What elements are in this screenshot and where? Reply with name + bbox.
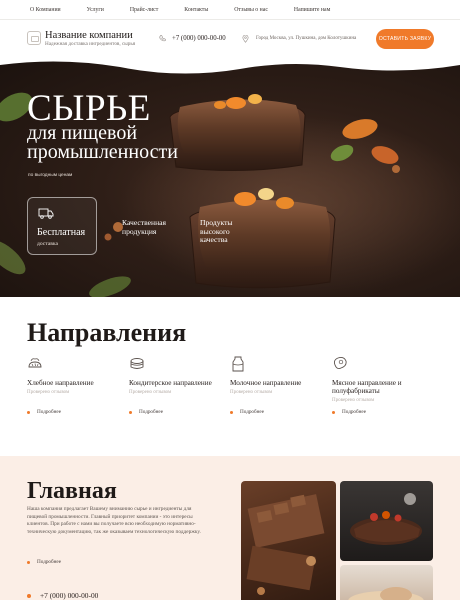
feature-title: Бесплатная (37, 227, 86, 238)
nav-contacts[interactable]: Контакты (184, 7, 208, 13)
company-name[interactable]: Название компании (45, 30, 133, 41)
direction-more-link[interactable]: Подробнее (230, 409, 264, 415)
feature-quality-products: Качественная продукция (122, 218, 167, 236)
hero-banner: СЫРЬЕ для пищевой промышленности по выго… (0, 57, 460, 297)
nav-reviews[interactable]: Отзывы о нас (234, 7, 268, 13)
dessert-photo-art (350, 493, 422, 545)
header-phone[interactable]: +7 (000) 000-00-00 (172, 35, 226, 42)
feature-subtitle: доставка (37, 241, 59, 247)
nav-about[interactable]: О Компании (30, 7, 61, 13)
milk-icon (232, 356, 244, 372)
direction-name: Мясное направление и полуфабрикаты (332, 379, 402, 395)
location-pin-icon (242, 35, 249, 43)
feature-free-delivery: Бесплатная доставка (27, 197, 97, 255)
hero-small-text: по выгодным ценам (28, 173, 73, 178)
nav-write-us[interactable]: Напишите нам (294, 7, 330, 13)
directions-title: Направления (27, 318, 187, 347)
direction-tag: Проверено отзывом (230, 390, 273, 395)
header: Название компании Надежная доставка ингр… (0, 20, 460, 60)
direction-more-link[interactable]: Подробнее (332, 409, 366, 415)
about-more-link[interactable]: Подробнее (27, 559, 61, 565)
truck-icon (38, 208, 54, 219)
chocolate-photo (241, 481, 336, 600)
nav-pricelist[interactable]: Прайс-лист (130, 7, 158, 13)
feature-high-quality: Продукты высокого качества (200, 218, 233, 245)
about-title: Главная (27, 478, 117, 504)
direction-more-link[interactable]: Подробнее (27, 409, 61, 415)
about-phone[interactable]: +7 (000) 000-00-00 (27, 591, 98, 600)
dessert-photo (340, 481, 433, 561)
direction-tag: Проверено отзывом (27, 390, 70, 395)
request-callback-button[interactable]: ОСТАВИТЬ ЗАЯВКУ (376, 29, 434, 49)
about-text: Наша компания предлагает Вашему вниманию… (27, 506, 201, 536)
logo-icon[interactable] (27, 31, 41, 45)
hero-subtitle: для пищевой промышленности (27, 123, 178, 163)
cake-icon (130, 358, 144, 369)
direction-more-link[interactable]: Подробнее (129, 409, 163, 415)
direction-tag: Проверено отзывом (129, 390, 172, 395)
about-section: Главная Наша компания предлагает Вашему … (0, 456, 460, 600)
direction-tag: Проверено отзывом (332, 398, 375, 403)
direction-name: Молочное направление (230, 379, 302, 387)
direction-name: Хлебное направление (27, 379, 94, 387)
meat-icon (333, 356, 347, 370)
header-address: Город Москва, ул. Пушкина, дом Колотушки… (256, 36, 357, 41)
chocolate-photo-art (246, 494, 325, 595)
bread-icon (28, 358, 42, 368)
top-nav: О Компании Услуги Прайс-лист Контакты От… (0, 0, 460, 20)
hero-subtitle-line2: промышленности (27, 141, 178, 163)
direction-name: Кондитерское направление (129, 379, 212, 387)
phone-icon (159, 35, 166, 42)
pastry-photo (340, 565, 433, 600)
pastry-photo-art (348, 587, 424, 600)
nav-services[interactable]: Услуги (87, 7, 104, 13)
company-tagline: Надежная доставка ингредиентов, сырья (45, 41, 136, 47)
